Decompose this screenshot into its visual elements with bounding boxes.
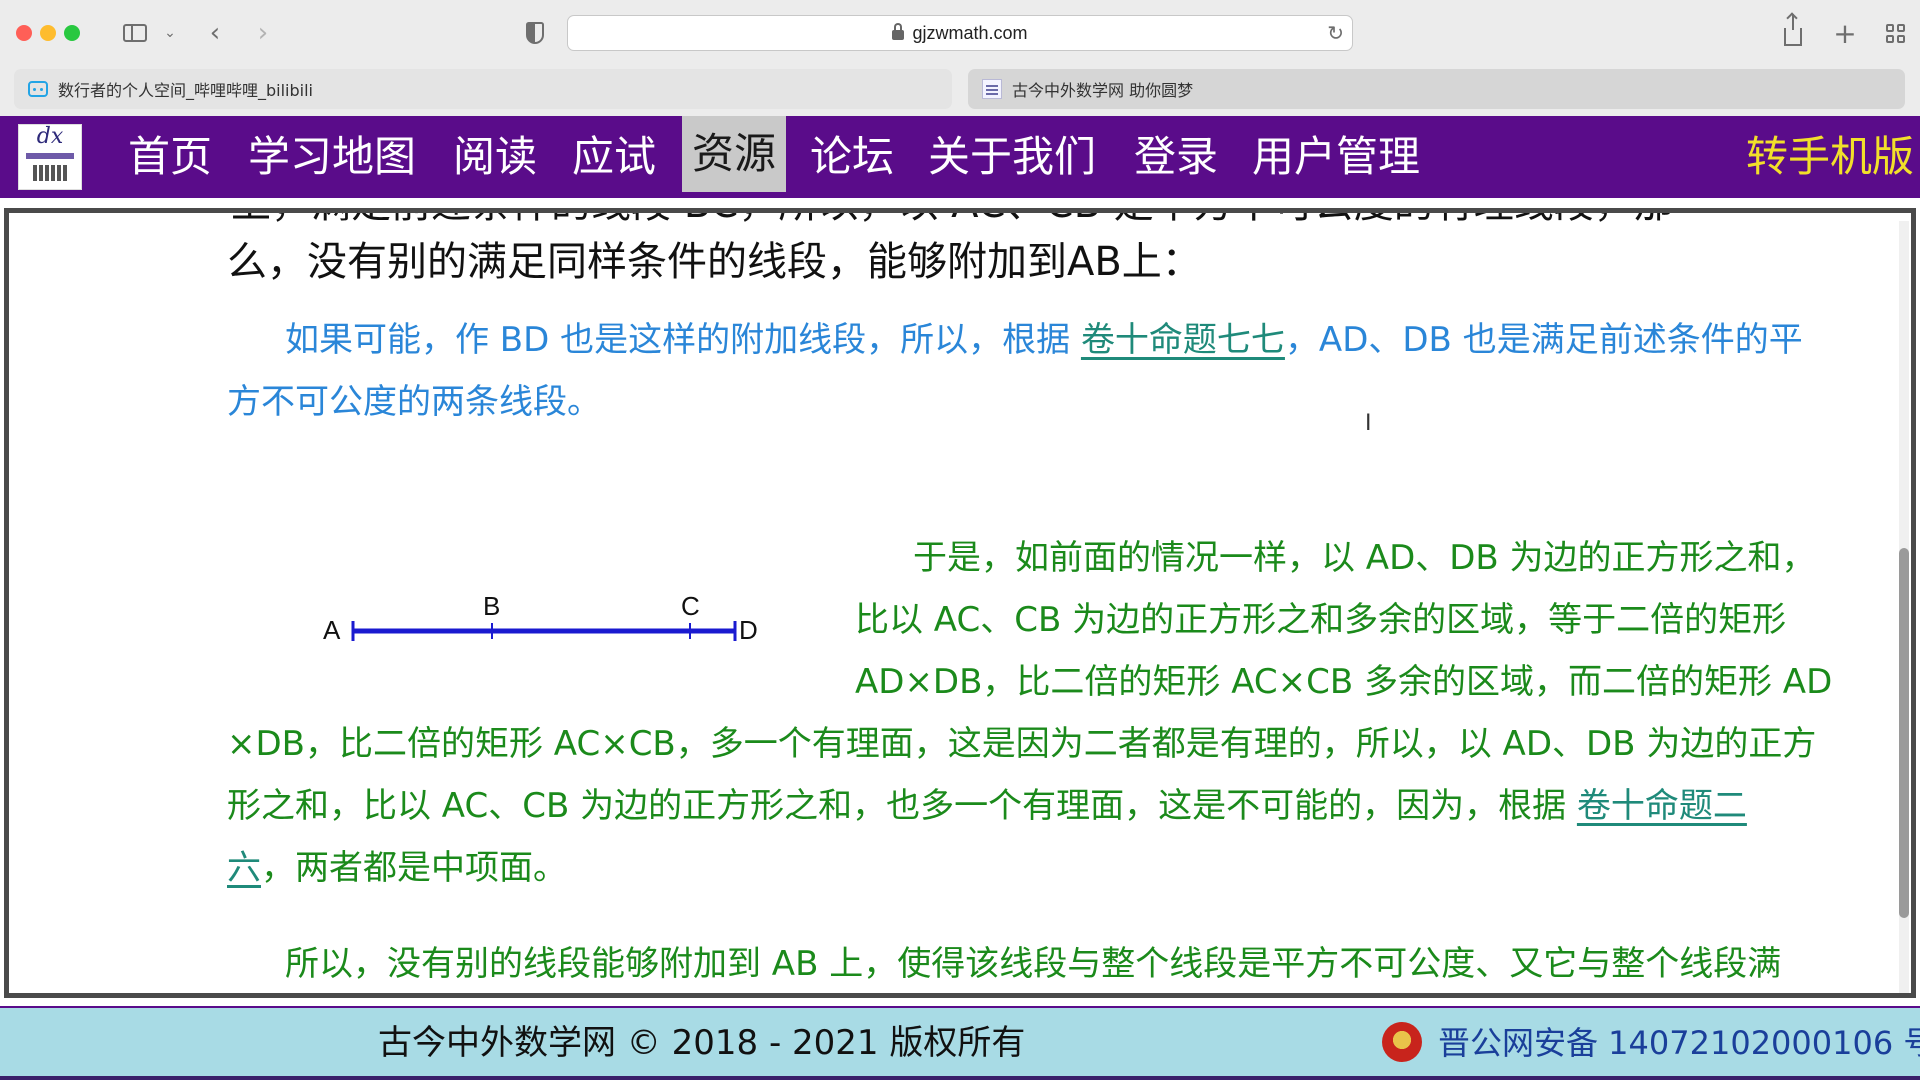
nav-user-admin[interactable]: 用户管理 [1242,116,1430,198]
tab-bilibili[interactable]: 数行者的个人空间_哔哩哔哩_bilibili [14,69,952,109]
back-arrow-icon[interactable]: ‹ [200,16,230,50]
green-para-line1: 于是，如前面的情况一样，以 AD、DB 为边的正方形之和， [913,538,1816,578]
zoom-window-button[interactable] [64,25,80,41]
share-icon[interactable] [1778,14,1808,50]
bilibili-icon [28,81,48,97]
link-book10-prop26-cont[interactable]: 六 [227,848,261,888]
segment-svg [351,621,737,641]
site-icon [982,79,1002,99]
mobile-version-link[interactable]: 转手机版 [1746,116,1914,198]
nav-about[interactable]: 关于我们 [918,116,1106,198]
green-para-line2: 比以 AC、CB 为边的正方形之和多余的区域，等于二倍的矩形 [855,600,1787,640]
tab-bar: 数行者的个人空间_哔哩哔哩_bilibili 古今中外数学网 助你圆梦 [0,66,1920,116]
browser-chrome: ⌄ ‹ › gjzwmath.com ↻ + 数行者的个人空间_哔哩哔哩_bil… [0,0,1920,116]
nav-learning-map[interactable]: 学习地图 [238,116,426,198]
link-book10-prop26[interactable]: 卷十命题二 [1577,786,1747,826]
label-a: A [323,615,341,645]
nav-exam[interactable]: 应试 [562,116,666,198]
site-nav: dx 首页 学习地图 阅读 应试 资源 论坛 关于我们 登录 用户管理 转手机版 [0,116,1920,198]
scrollbar-thumb[interactable] [1899,548,1909,918]
text-cursor-icon: I [1365,411,1372,436]
logo-mark-icon: dx [36,124,64,149]
site-footer: 古今中外数学网 © 2018 - 2021 版权所有 晋公网安备 1407210… [0,1006,1920,1080]
nav-resources[interactable]: 资源 [682,116,787,192]
nav-home[interactable]: 首页 [118,116,222,198]
copyright-text: 古今中外数学网 © 2018 - 2021 版权所有 [378,1023,1026,1063]
sidebar-toggle-icon[interactable] [118,16,152,50]
link-book10-prop77[interactable]: 卷十命题七七 [1081,320,1285,360]
body-text-black: 么，没有别的满足同样条件的线段，能够附加到AB上： [227,239,1202,285]
label-c: C [681,591,700,621]
chevron-down-icon[interactable]: ⌄ [160,16,180,50]
reload-icon[interactable]: ↻ [1327,21,1344,46]
green-para-line3: AD×DB，比二倍的矩形 AC×CB 多余的区域，而二倍的矩形 AD [855,662,1833,702]
lock-icon [892,23,905,40]
tab-title: 古今中外数学网 助你圆梦 [1012,81,1194,100]
police-emblem-icon [1382,1022,1422,1062]
green-para-line5: 形之和，比以 AC、CB 为边的正方形之和，也多一个有理面，这是不可能的，因为，… [227,786,1747,826]
blue-para-line1: 如果可能，作 BD 也是这样的附加线段，所以，根据 卷十命题七七，AD、DB 也… [285,320,1803,360]
tab-title: 数行者的个人空间_哔哩哔哩_bilibili [58,81,313,100]
nav-forum[interactable]: 论坛 [800,116,904,198]
new-tab-plus-icon[interactable]: + [1830,16,1860,50]
nav-reading[interactable]: 阅读 [443,116,547,198]
green-para-line6: 六，两者都是中项面。 [227,848,567,888]
segment-diagram: A B C D [319,565,779,655]
address-bar[interactable]: gjzwmath.com ↻ [567,15,1353,51]
green-para-line4: ×DB，比二倍的矩形 AC×CB，多一个有理面，这是因为二者都是有理的，所以，以… [227,724,1817,764]
nav-login[interactable]: 登录 [1124,116,1228,198]
minimize-window-button[interactable] [40,25,56,41]
content-frame: 上，满足前述条件的线段 BC，所以，以 AC、CB 是平方不可公度的有理线段，那… [4,208,1916,998]
tab-gjzwmath[interactable]: 古今中外数学网 助你圆梦 [968,69,1905,109]
label-d: D [739,615,758,645]
close-window-button[interactable] [16,25,32,41]
green-last-line: 所以，没有别的线段能够附加到 AB 上，使得该线段与整个线段是平方不可公度、又它… [285,944,1782,984]
label-b: B [483,591,501,621]
tab-overview-icon[interactable] [1880,16,1910,50]
url-text: gjzwmath.com [912,22,1028,43]
forward-arrow-icon[interactable]: › [248,16,278,50]
icp-record-link[interactable]: 晋公网安备 14072102000106 号 [1438,1018,1920,1068]
blue-para-line2: 方不可公度的两条线段。 [227,382,601,422]
privacy-shield-icon[interactable] [520,16,550,50]
browser-toolbar: ⌄ ‹ › gjzwmath.com ↻ + [0,0,1920,66]
site-logo[interactable]: dx [18,124,82,190]
